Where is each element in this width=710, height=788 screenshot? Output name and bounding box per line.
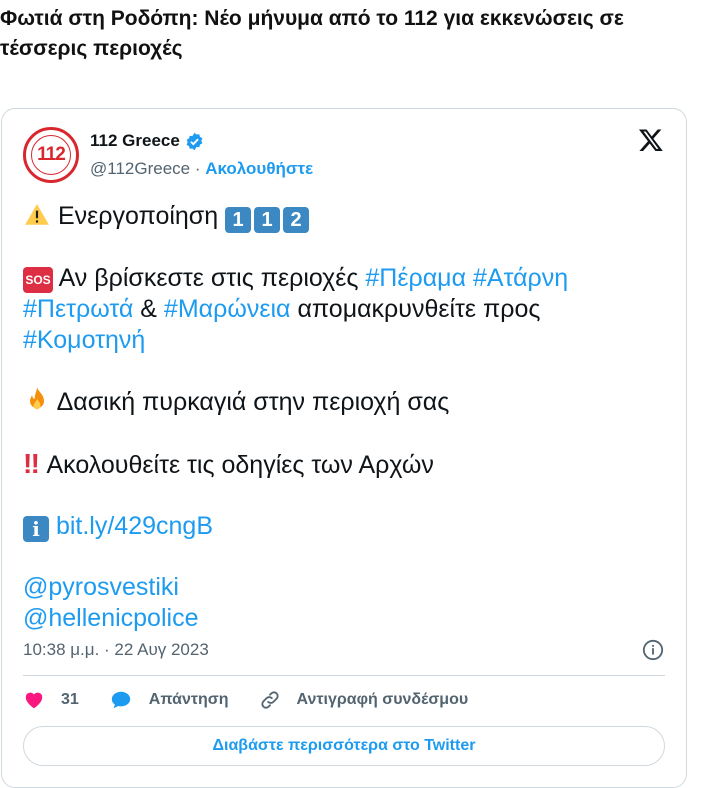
short-link[interactable]: bit.ly/429cngB <box>56 512 213 540</box>
warning-icon <box>25 204 49 225</box>
copy-link-label: Αντιγραφή συνδέσμου <box>296 691 469 708</box>
author-display-name[interactable]: 112 Greece <box>90 131 180 151</box>
keycap-digit-icon: 2 <box>283 207 310 233</box>
x-logo-icon[interactable] <box>638 127 664 153</box>
activation-text: Ενεργοποίηση <box>57 202 219 230</box>
like-button[interactable]: 31 <box>23 689 79 711</box>
copy-link-button[interactable]: Αντιγραφή συνδέσμου <box>259 689 469 711</box>
read-more-button[interactable]: Διαβάστε περισσότερα στο Twitter <box>23 726 665 766</box>
hashtag-atarni[interactable]: #Ατάρνη <box>473 264 568 292</box>
hashtag-komotini[interactable]: #Κομοτηνή <box>23 326 145 354</box>
handle-separator: · <box>190 159 206 178</box>
instructions-text: Ακολουθείτε τις οδηγίες των Αρχών <box>40 451 434 479</box>
keycap-digit-icon: 1 <box>254 207 281 233</box>
tweet-embed-card: 112 112 Greece @112Greece · Ακολουθήστε … <box>1 108 687 788</box>
keycap-digit-icon: 1 <box>225 207 252 233</box>
sos-icon: SOS <box>23 267 53 293</box>
double-exclamation-icon: ‼ <box>23 448 40 479</box>
heart-icon <box>25 692 43 709</box>
follow-link[interactable]: Ακολουθήστε <box>205 159 313 178</box>
evacuation-text-a: Αν βρίσκεστε στις περιοχές <box>53 264 366 292</box>
information-icon: i <box>23 516 49 542</box>
tweet-line-instructions: ‼ Ακολουθείτε τις οδηγίες των Αρχών <box>23 448 663 481</box>
tweet-line-evacuation: SOS Αν βρίσκεστε στις περιοχές #Πέραμα #… <box>23 263 663 356</box>
fire-text: Δασική πυρκαγιά στην περιοχή σας <box>51 388 450 416</box>
article-title: Φωτιά στη Ροδόπη: Νέο μήνυμα από το 112 … <box>0 7 624 60</box>
author-handle-row: @112Greece · Ακολουθήστε <box>90 159 313 179</box>
mention-hellenicpolice[interactable]: @hellenicpolice <box>23 604 198 632</box>
link-icon <box>260 691 279 709</box>
like-count: 31 <box>61 691 79 708</box>
tweet-text: Ενεργοποίηση 112 SOS Αν βρίσκεστε στις π… <box>23 201 663 634</box>
hashtag-petrota[interactable]: #Πετρωτά <box>23 295 133 323</box>
hashtag-perama[interactable]: #Πέραμα <box>365 264 466 292</box>
verified-badge-icon <box>186 132 203 150</box>
ampersand: & <box>133 295 164 323</box>
tweet-actions: 31 Απάντηση Αντιγραφή συνδέσμου <box>23 689 498 711</box>
author-name-row[interactable]: 112 Greece <box>90 131 204 151</box>
tweet-mentions: @pyrosvestiki @hellenicpolice <box>23 572 663 634</box>
fire-icon <box>30 387 44 410</box>
hashtag-maroneia[interactable]: #Μαρώνεια <box>164 295 291 323</box>
mention-pyrosvestiki[interactable]: @pyrosvestiki <box>23 573 179 601</box>
author-handle[interactable]: @112Greece <box>90 159 190 178</box>
tweet-line-link: i bit.ly/429cngB <box>23 511 663 542</box>
divider <box>23 675 665 676</box>
tweet-line-fire: Δασική πυρκαγιά στην περιοχή σας <box>23 386 663 418</box>
evacuation-text-b: απομακρυνθείτε προς <box>290 295 541 323</box>
avatar[interactable]: 112 <box>23 127 79 183</box>
reply-bubble-icon <box>111 691 130 709</box>
reply-label: Απάντηση <box>148 691 229 708</box>
tweet-line-activation: Ενεργοποίηση 112 <box>23 201 663 233</box>
avatar-logo-text: 112 <box>31 135 71 175</box>
reply-button[interactable]: Απάντηση <box>109 689 229 711</box>
info-circle-icon[interactable] <box>642 639 664 661</box>
tweet-timestamp[interactable]: 10:38 μ.μ. · 22 Αυγ 2023 <box>23 640 209 660</box>
